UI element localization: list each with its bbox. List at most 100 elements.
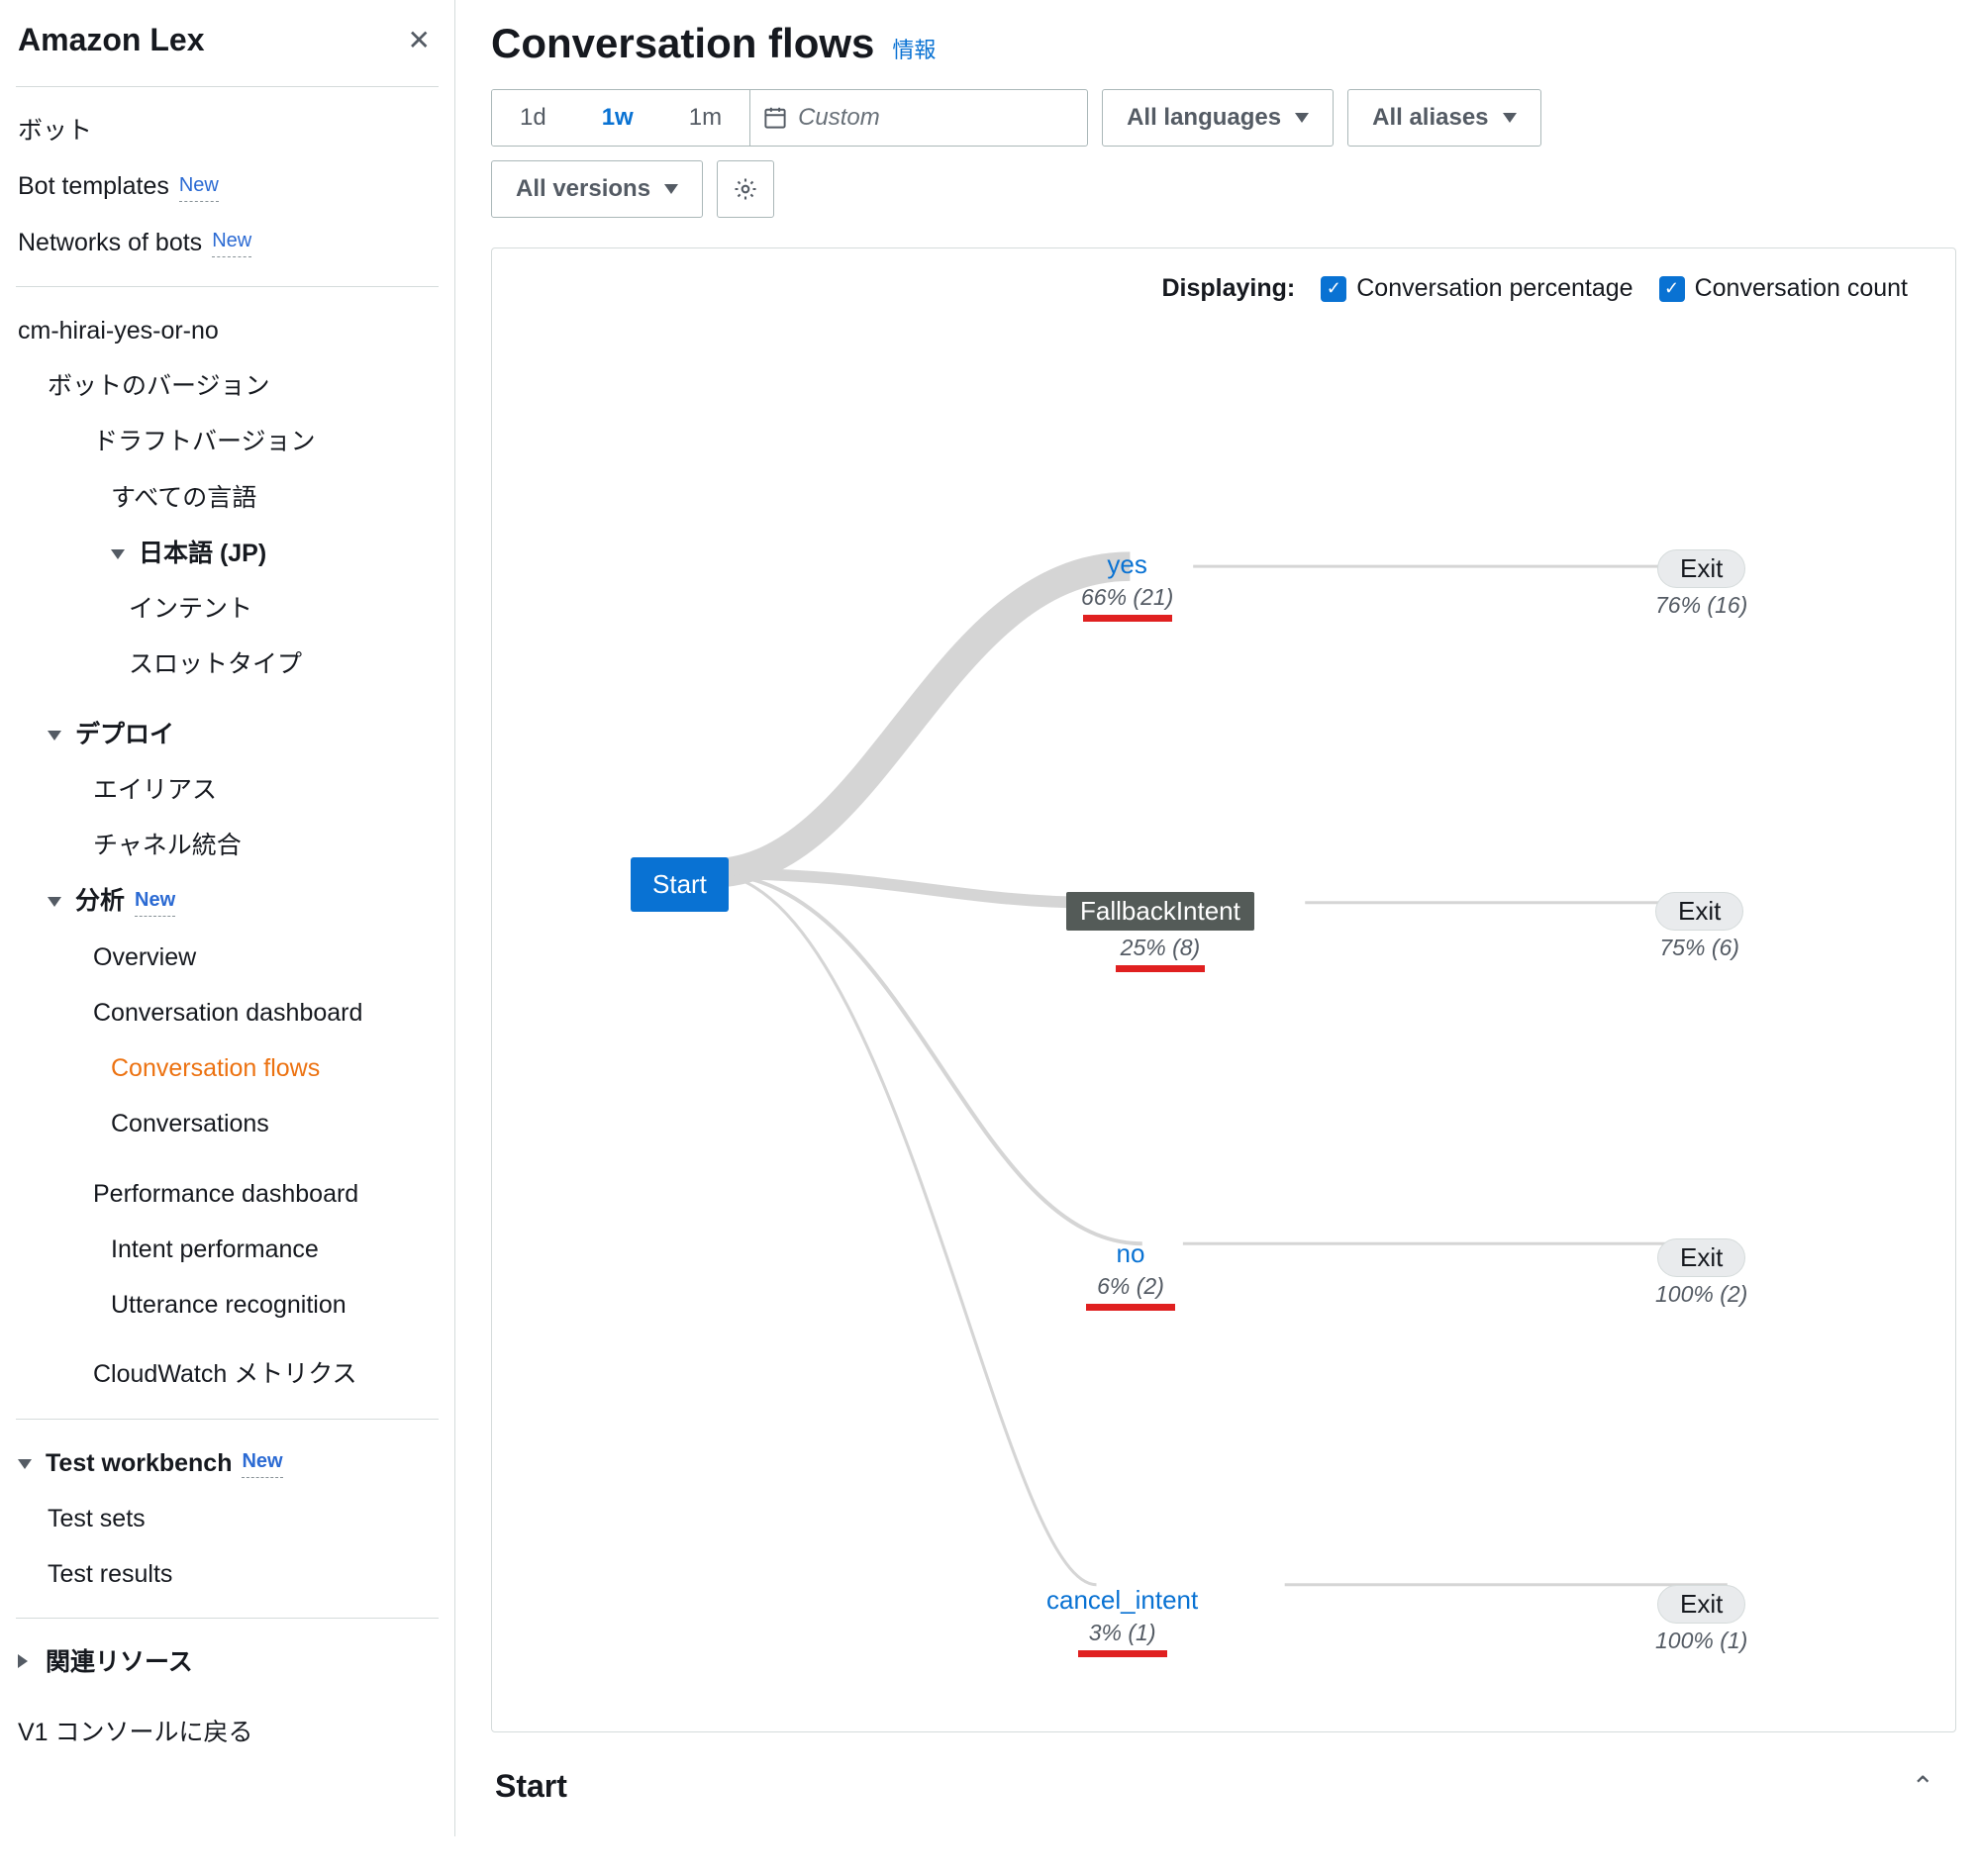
flow-node-fallback[interactable]: FallbackIntent 25% (8) xyxy=(1066,892,1254,972)
chevron-down-icon xyxy=(1503,113,1517,123)
flow-node-yes[interactable]: yes 66% (21) xyxy=(1081,549,1173,622)
nav-bot-templates[interactable]: Bot templates New xyxy=(0,158,454,214)
nav-intent-perf-label: Intent performance xyxy=(111,1232,319,1267)
nav-networks-label: Networks of bots xyxy=(18,225,202,260)
gear-icon xyxy=(734,177,757,201)
nav-cloudwatch[interactable]: CloudWatch メトリクス xyxy=(0,1346,454,1402)
flow-exit-cancel[interactable]: Exit 100% (1) xyxy=(1655,1585,1747,1654)
checkbox-checked-icon: ✓ xyxy=(1659,276,1685,302)
nav-perf-dashboard-label: Performance dashboard xyxy=(93,1176,358,1212)
flow-exit-yes[interactable]: Exit 76% (16) xyxy=(1655,549,1747,619)
new-badge: New xyxy=(242,1447,282,1478)
nav-v1-console[interactable]: V1 コンソールに戻る xyxy=(0,1705,454,1760)
flow-exit-no[interactable]: Exit 100% (2) xyxy=(1655,1238,1747,1308)
checkbox-conv-percentage-label: Conversation percentage xyxy=(1356,274,1633,303)
nav-conv-dashboard-label: Conversation dashboard xyxy=(93,995,362,1031)
flow-node-no-label: no xyxy=(1117,1238,1145,1269)
nav-slot-types[interactable]: スロットタイプ xyxy=(0,637,454,692)
nav-conversations[interactable]: Conversations xyxy=(0,1096,454,1151)
all-aliases-dropdown[interactable]: All aliases xyxy=(1347,89,1540,147)
nav-deploy[interactable]: デプロイ xyxy=(0,707,454,762)
detail-accordion[interactable]: Start ⌃ xyxy=(491,1760,1956,1813)
nav-conv-dashboard[interactable]: Conversation dashboard xyxy=(0,985,454,1040)
nav-channel-label: チャネル統合 xyxy=(93,828,242,863)
nav-bot-version[interactable]: ボットのバージョン xyxy=(0,358,454,414)
chevron-down-icon xyxy=(48,888,65,914)
chevron-down-icon xyxy=(48,722,65,747)
calendar-icon xyxy=(764,107,786,129)
flow-node-start[interactable]: Start xyxy=(631,857,729,912)
nav-intent-perf[interactable]: Intent performance xyxy=(0,1222,454,1277)
nav-bot-name-label: cm-hirai-yes-or-no xyxy=(18,313,219,348)
nav-test-sets[interactable]: Test sets xyxy=(0,1491,454,1546)
nav-all-languages[interactable]: すべての言語 xyxy=(0,470,454,526)
red-underline xyxy=(1083,615,1172,622)
nav-test-results[interactable]: Test results xyxy=(0,1546,454,1602)
nav-all-languages-label: すべての言語 xyxy=(111,480,256,516)
nav-bot-name[interactable]: cm-hirai-yes-or-no xyxy=(0,303,454,358)
flow-exit-yes-stat: 76% (16) xyxy=(1655,592,1747,619)
range-1d[interactable]: 1d xyxy=(492,90,574,146)
flow-exit-cancel-stat: 100% (1) xyxy=(1655,1628,1747,1654)
info-link[interactable]: 情報 xyxy=(892,33,936,64)
new-badge: New xyxy=(135,886,175,917)
nav-aliases[interactable]: エイリアス xyxy=(0,762,454,818)
nav-conv-flows[interactable]: Conversation flows xyxy=(0,1040,454,1096)
nav-japanese[interactable]: 日本語 (JP) xyxy=(0,526,454,581)
detail-accordion-title: Start xyxy=(495,1768,567,1805)
chevron-down-icon xyxy=(111,541,129,566)
main-content: Conversation flows 情報 1d 1w 1m Custom xyxy=(455,0,1980,1836)
nav-related[interactable]: 関連リソース xyxy=(0,1634,454,1690)
flow-panel: Displaying: ✓ Conversation percentage ✓ … xyxy=(491,247,1956,1732)
all-versions-dropdown[interactable]: All versions xyxy=(491,160,703,218)
nav-aliases-label: エイリアス xyxy=(93,772,217,808)
time-range-selector: 1d 1w 1m Custom xyxy=(491,89,1088,147)
nav-channel[interactable]: チャネル統合 xyxy=(0,818,454,873)
flow-exit-no-stat: 100% (2) xyxy=(1655,1281,1747,1308)
all-aliases-label: All aliases xyxy=(1372,104,1488,132)
flow-exit-fallback[interactable]: Exit 75% (6) xyxy=(1655,892,1743,961)
range-1m[interactable]: 1m xyxy=(661,90,749,146)
nav-bot-templates-label: Bot templates xyxy=(18,168,169,204)
nav-intent-label: インテント xyxy=(129,591,252,627)
range-custom[interactable]: Custom xyxy=(750,90,1087,146)
sidebar: Amazon Lex ✕ ボット Bot templates New Netwo… xyxy=(0,0,455,1836)
flow-node-cancel-stat: 3% (1) xyxy=(1089,1620,1156,1646)
flow-node-fallback-stat: 25% (8) xyxy=(1121,935,1201,961)
nav-conv-flows-label: Conversation flows xyxy=(111,1050,320,1086)
flow-exit-fallback-label: Exit xyxy=(1655,892,1743,931)
flow-exit-no-label: Exit xyxy=(1657,1238,1745,1277)
nav-draft-version-label: ドラフトバージョン xyxy=(93,424,316,459)
nav-test-workbench[interactable]: Test workbench New xyxy=(0,1435,454,1491)
settings-button[interactable] xyxy=(717,160,774,218)
nav-bots[interactable]: ボット xyxy=(0,103,454,158)
chevron-down-icon xyxy=(1295,113,1309,123)
nav-conversations-label: Conversations xyxy=(111,1106,269,1141)
nav-draft-version[interactable]: ドラフトバージョン xyxy=(0,414,454,469)
checkbox-conv-percentage[interactable]: ✓ Conversation percentage xyxy=(1321,274,1633,303)
checkbox-conv-count-label: Conversation count xyxy=(1695,274,1908,303)
flow-start-label: Start xyxy=(631,857,729,912)
flow-exit-fallback-stat: 75% (6) xyxy=(1659,935,1739,961)
page-title: Conversation flows xyxy=(491,20,874,67)
range-1w[interactable]: 1w xyxy=(574,90,661,146)
nav-overview-label: Overview xyxy=(93,939,196,975)
sidebar-title: Amazon Lex xyxy=(18,22,204,58)
nav-perf-dashboard[interactable]: Performance dashboard xyxy=(0,1166,454,1222)
red-underline xyxy=(1116,965,1205,972)
chevron-down-icon xyxy=(18,1450,36,1476)
nav-utterance[interactable]: Utterance recognition xyxy=(0,1277,454,1333)
new-badge: New xyxy=(179,171,219,202)
flow-node-no[interactable]: no 6% (2) xyxy=(1086,1238,1175,1311)
nav-slot-types-label: スロットタイプ xyxy=(129,646,302,682)
nav-analysis[interactable]: 分析 New xyxy=(0,873,454,929)
close-icon[interactable]: ✕ xyxy=(408,27,431,54)
nav-intent[interactable]: インテント xyxy=(0,581,454,637)
all-languages-dropdown[interactable]: All languages xyxy=(1102,89,1334,147)
chevron-down-icon xyxy=(664,184,678,194)
checkbox-conv-count[interactable]: ✓ Conversation count xyxy=(1659,274,1908,303)
nav-related-label: 関連リソース xyxy=(46,1644,193,1680)
nav-networks[interactable]: Networks of bots New xyxy=(0,215,454,270)
nav-overview[interactable]: Overview xyxy=(0,930,454,985)
flow-node-cancel[interactable]: cancel_intent 3% (1) xyxy=(1046,1585,1198,1657)
